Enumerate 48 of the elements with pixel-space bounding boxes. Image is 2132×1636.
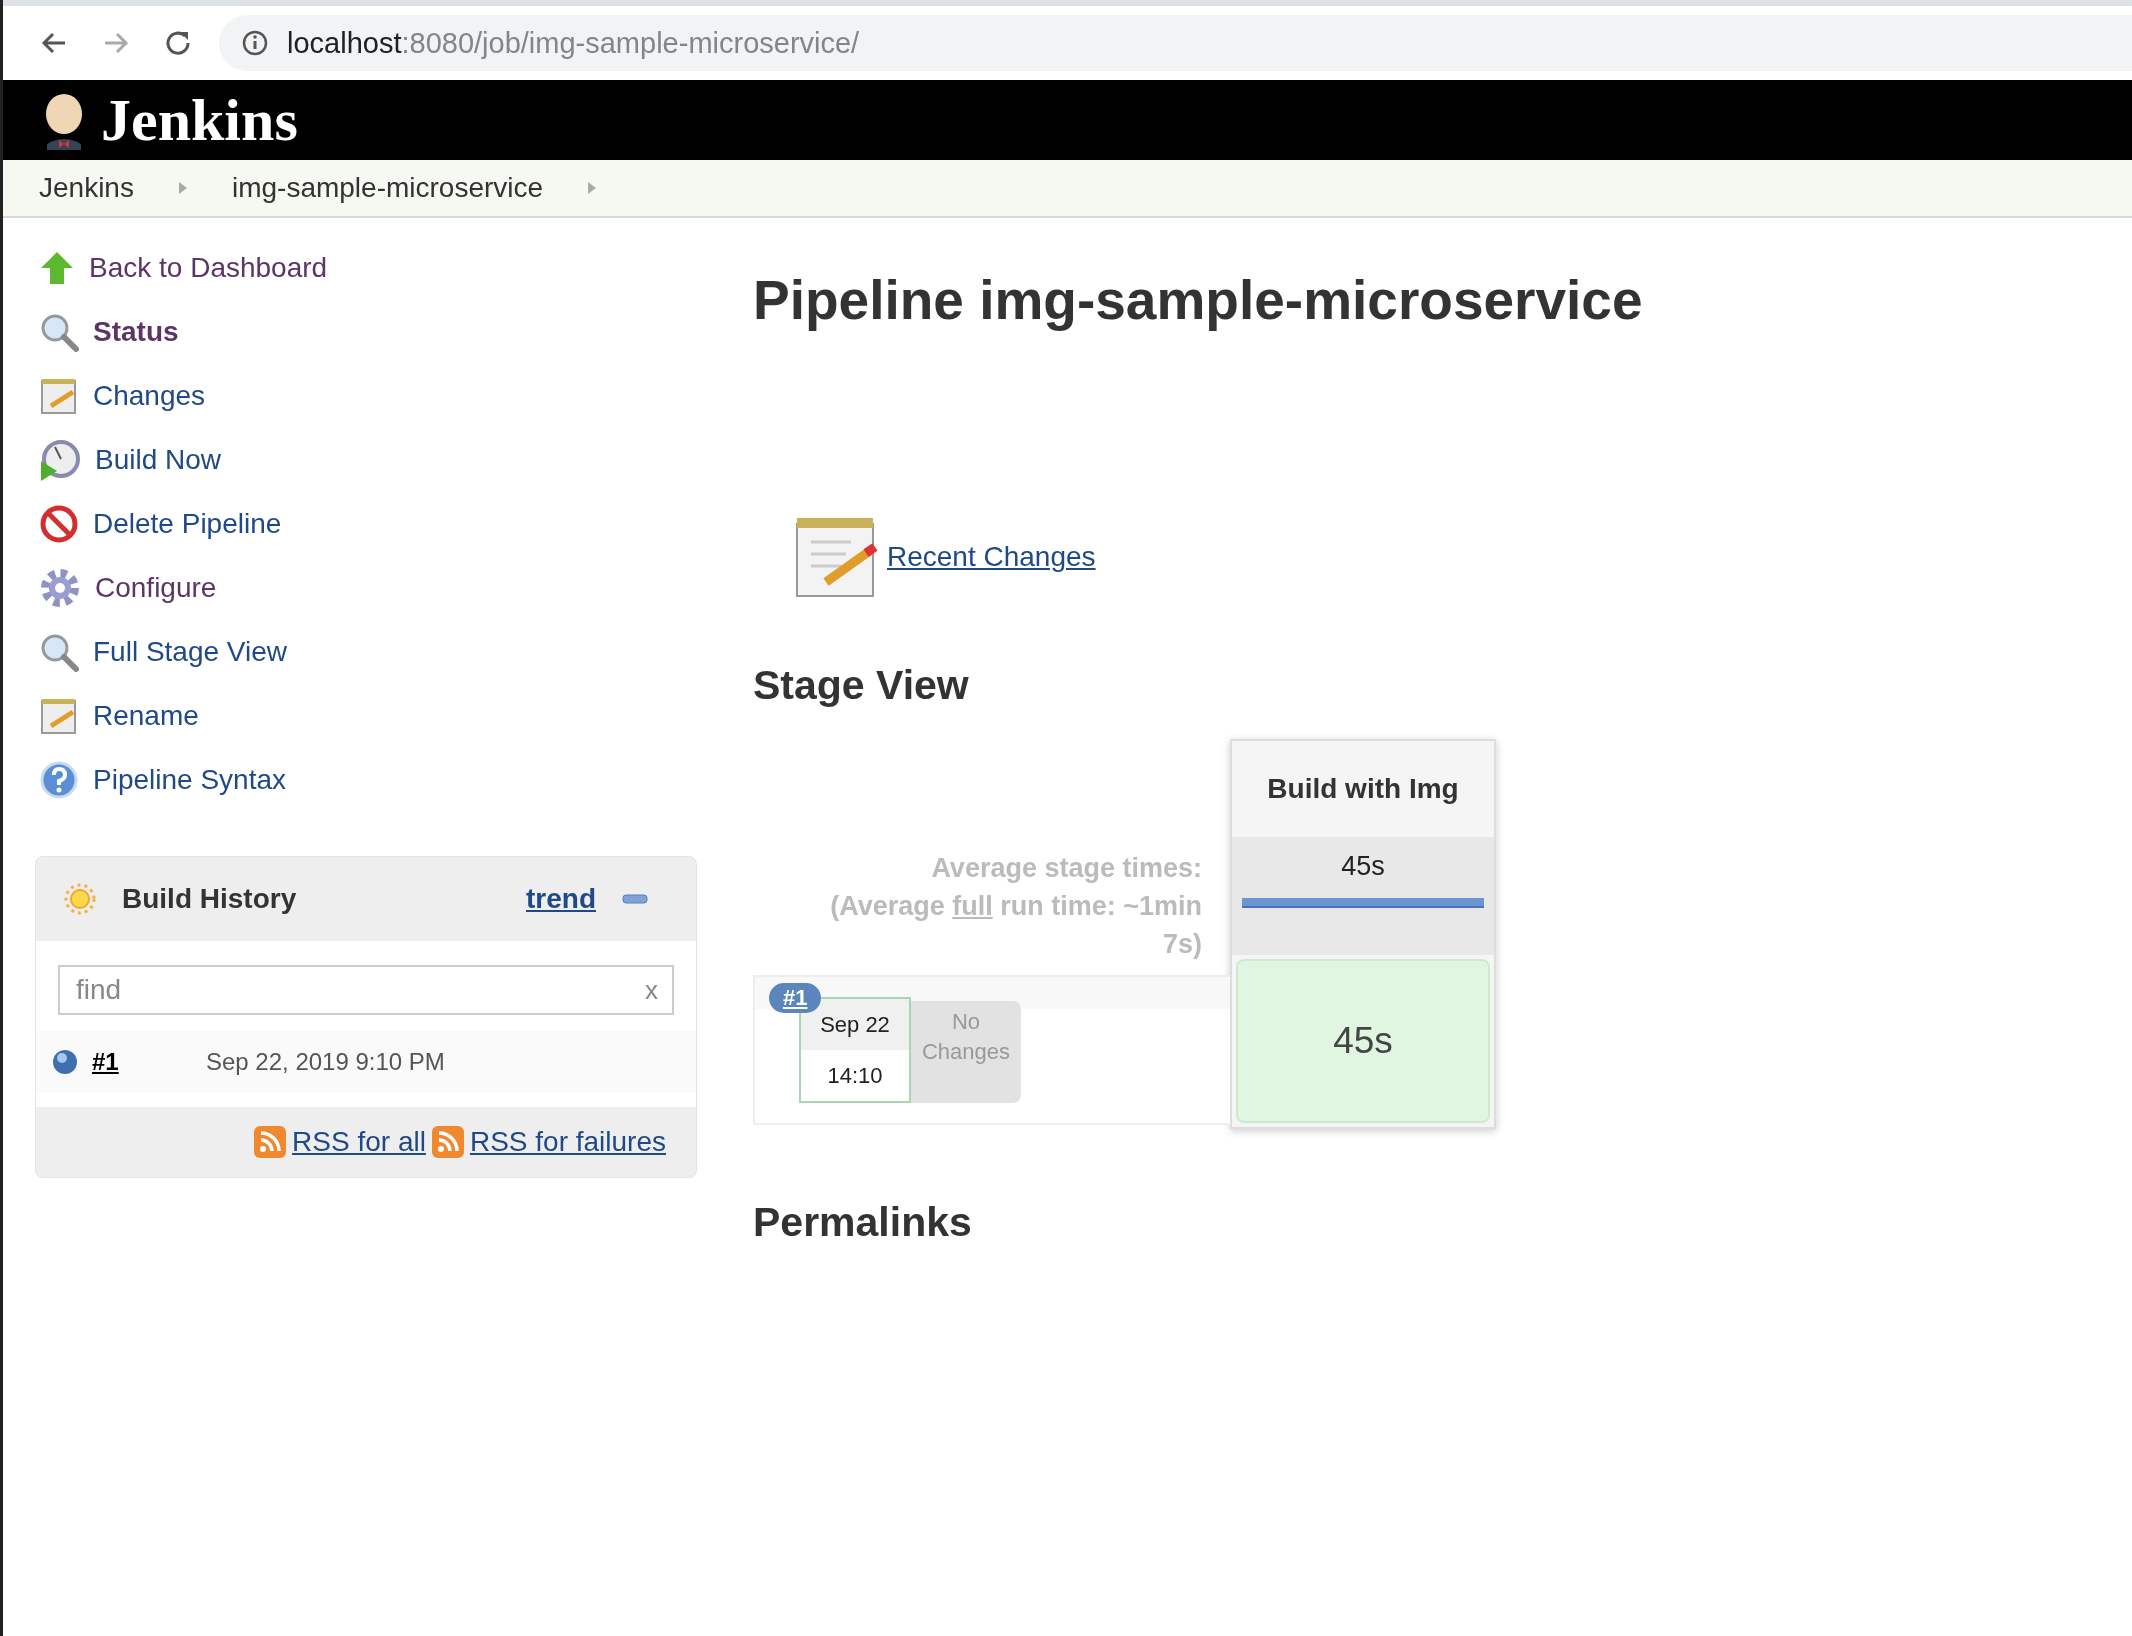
arrow-up-icon bbox=[39, 250, 75, 286]
caret-icon[interactable] bbox=[177, 181, 188, 195]
collapse-icon[interactable] bbox=[622, 893, 648, 905]
stage-name: Build with Img bbox=[1266, 772, 1460, 806]
sidebar-link[interactable]: Full Stage View bbox=[35, 620, 703, 684]
breadcrumb-link[interactable]: img-sample-microservice bbox=[231, 172, 544, 204]
logo-text: Jenkins bbox=[101, 85, 298, 155]
search-icon bbox=[39, 632, 79, 672]
rss-link[interactable]: RSS for failures bbox=[469, 1126, 666, 1158]
status-ball-icon bbox=[52, 1049, 78, 1075]
no-entry-icon bbox=[39, 504, 79, 544]
no-changes-label: No Changes bbox=[911, 1001, 1021, 1103]
search-field[interactable]: find x bbox=[58, 965, 674, 1015]
sidebar-link[interactable]: Pipeline Syntax bbox=[35, 748, 703, 812]
breadcrumb-link[interactable]: Jenkins bbox=[39, 172, 134, 204]
rss-icon bbox=[254, 1126, 287, 1158]
notepad-pencil-icon bbox=[39, 696, 79, 736]
build-date: Sep 22, 2019 9:10 PM bbox=[206, 1048, 445, 1076]
section-heading: Permalinks bbox=[753, 1199, 973, 1246]
panel-title: Build History bbox=[122, 883, 298, 915]
gear-icon bbox=[39, 567, 81, 609]
url-text: localhost:8080/job/img-sample-microservice/ bbox=[287, 26, 860, 60]
sidebar-link[interactable]: Delete Pipeline bbox=[35, 492, 703, 556]
address-bar[interactable]: localhost:8080/job/img-sample-microservice/ bbox=[219, 15, 2132, 71]
sidebar-link[interactable]: Build Now bbox=[35, 428, 703, 492]
stage-result-cell[interactable]: 45s bbox=[1236, 959, 1490, 1123]
build-link[interactable]: #1 bbox=[92, 1048, 192, 1076]
trend-link[interactable]: trend bbox=[526, 883, 596, 915]
stage-average-cell: 45s bbox=[1232, 837, 1494, 955]
rss-link[interactable]: RSS for all bbox=[292, 1126, 426, 1158]
clock-play-icon bbox=[39, 439, 81, 481]
sidebar-link[interactable]: Changes bbox=[35, 364, 703, 428]
sidebar-link[interactable]: Status bbox=[35, 300, 703, 364]
notepad-pencil-icon bbox=[39, 376, 79, 416]
section-heading: Stage View bbox=[753, 662, 970, 709]
search-icon bbox=[39, 312, 79, 352]
sun-icon bbox=[64, 883, 96, 915]
sidebar-link[interactable]: Back to Dashboard bbox=[35, 236, 703, 300]
rss-icon bbox=[431, 1126, 464, 1158]
sidebar-link[interactable]: Rename bbox=[35, 684, 703, 748]
clear-button[interactable]: x bbox=[645, 974, 658, 1006]
caret-icon[interactable] bbox=[587, 181, 598, 195]
sidebar-link[interactable]: Configure bbox=[35, 556, 703, 620]
average-times-label: Average stage times: (Average full run time: ~1min 7s) bbox=[829, 852, 1203, 961]
page-title: Pipeline img-sample-microservice bbox=[753, 268, 1644, 332]
help-icon bbox=[39, 760, 79, 800]
info-icon bbox=[241, 29, 269, 57]
recent-changes-link[interactable]: Recent Changes bbox=[887, 541, 1096, 573]
